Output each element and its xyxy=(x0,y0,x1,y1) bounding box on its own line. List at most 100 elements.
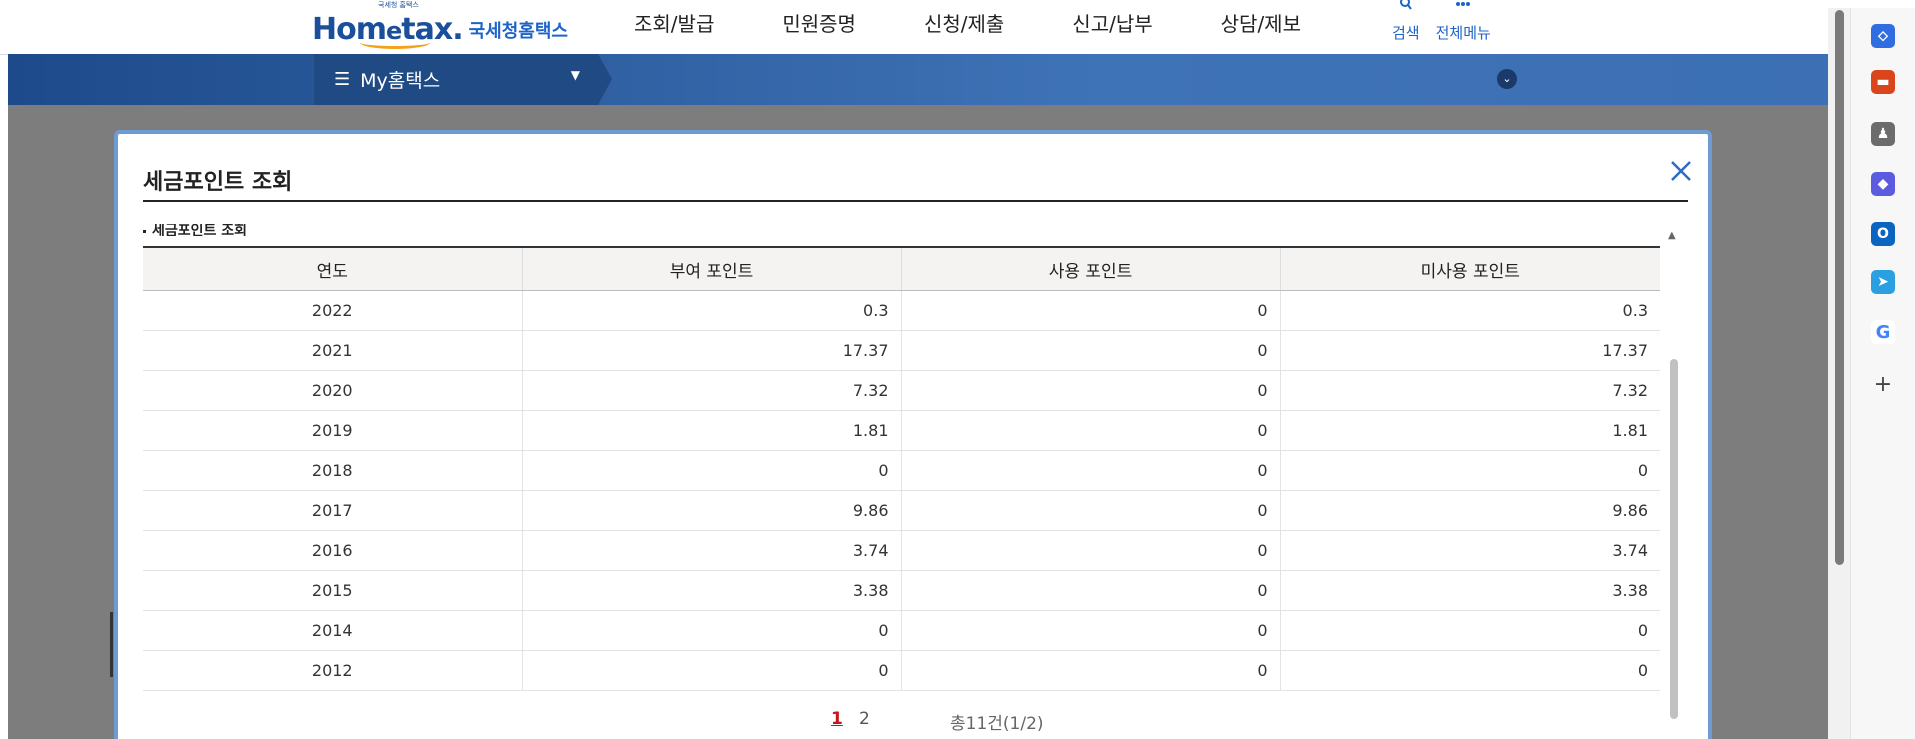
year-cell: 2021 xyxy=(143,330,522,371)
browser-viewport: 국세청 홈택스 Hometax. 국세청홈택스 조회/발급 민원증명 신청/제출… xyxy=(0,0,1915,739)
unused-points-cell: 0 xyxy=(1279,650,1660,691)
granted-points-cell: 0 xyxy=(521,610,901,651)
my-hometax-label: My홈택스 xyxy=(360,70,441,92)
year-cell: 2018 xyxy=(143,450,522,491)
column-header-unused[interactable]: 미사용 포인트 xyxy=(1279,246,1660,291)
logo-swoosh xyxy=(360,36,430,49)
table-row[interactable]: 2016 3.74 0 3.74 xyxy=(143,530,1660,571)
used-points-cell: 0 xyxy=(900,530,1280,571)
nav-item-filing[interactable]: 신고/납부 xyxy=(1038,0,1186,50)
browser-sidebar: ⬦ ▬ ♟ ◆ O ➤ G + xyxy=(1850,8,1915,739)
page-1-link[interactable]: 1 xyxy=(831,709,843,729)
column-header-granted[interactable]: 부여 포인트 xyxy=(521,246,901,291)
used-points-cell: 0 xyxy=(900,570,1280,611)
pagination: 1 2 총11건(1/2) xyxy=(118,709,1716,739)
grid-menu-icon xyxy=(1456,2,1471,6)
search-button[interactable]: 검색 xyxy=(1392,0,1420,50)
used-points-cell: 0 xyxy=(900,450,1280,491)
send-icon[interactable]: ➤ xyxy=(1871,270,1895,294)
used-points-cell: 0 xyxy=(900,650,1280,691)
menu-arrow-decoration xyxy=(598,54,612,105)
unused-points-cell: 7.32 xyxy=(1279,370,1660,411)
granted-points-cell: 0 xyxy=(521,650,901,691)
unused-points-cell: 1.81 xyxy=(1279,410,1660,451)
table-row[interactable]: 2019 1.81 0 1.81 xyxy=(143,410,1660,451)
granted-points-cell: 17.37 xyxy=(521,330,901,371)
granted-points-cell: 0 xyxy=(521,450,901,491)
section-label: 세금포인트 조회 xyxy=(143,224,543,236)
year-cell: 2017 xyxy=(143,490,522,531)
used-points-cell: 0 xyxy=(900,370,1280,411)
main-nav: 조회/발급 민원증명 신청/제출 신고/납부 상담/제보 xyxy=(600,0,1335,50)
table-scrollbar-thumb[interactable] xyxy=(1670,359,1678,719)
total-count: 총11건(1/2) xyxy=(950,714,1044,734)
table-row[interactable]: 2022 0.3 0 0.3 xyxy=(143,290,1660,331)
my-hometax-menu[interactable]: ☰ My홈택스 ▼ xyxy=(314,54,598,105)
table-row[interactable]: 2012 0 0 0 xyxy=(143,650,1660,691)
unused-points-cell: 17.37 xyxy=(1279,330,1660,371)
page-scrollbar-thumb[interactable] xyxy=(1835,10,1844,565)
table-row[interactable]: 2021 17.37 0 17.37 xyxy=(143,330,1660,371)
granted-points-cell: 3.74 xyxy=(521,530,901,571)
year-cell: 2020 xyxy=(143,370,522,411)
tax-point-table: 연도 부여 포인트 사용 포인트 미사용 포인트 2022 0.3 0 0.3 2021… xyxy=(143,246,1660,691)
google-icon[interactable]: G xyxy=(1871,320,1895,344)
year-cell: 2019 xyxy=(143,410,522,451)
nav-item-consult[interactable]: 상담/제보 xyxy=(1187,0,1335,50)
page-2-link[interactable]: 2 xyxy=(859,709,870,729)
used-points-cell: 0 xyxy=(900,410,1280,451)
used-points-cell: 0 xyxy=(900,290,1280,331)
table-row[interactable]: 2017 9.86 0 9.86 xyxy=(143,490,1660,531)
sub-menubar: ☰ My홈택스 ▼ ⌄ xyxy=(8,54,1828,105)
used-points-cell: 0 xyxy=(900,330,1280,371)
table-row[interactable]: 2014 0 0 0 xyxy=(143,610,1660,651)
table-header-row: 연도 부여 포인트 사용 포인트 미사용 포인트 xyxy=(143,246,1660,291)
column-header-year[interactable]: 연도 xyxy=(143,246,522,291)
nav-item-inquiry[interactable]: 조회/발급 xyxy=(600,0,748,50)
granted-points-cell: 0.3 xyxy=(521,290,901,331)
copilot-icon[interactable]: ◆ xyxy=(1871,172,1895,196)
bullet-icon xyxy=(143,229,146,233)
unused-points-cell: 9.86 xyxy=(1279,490,1660,531)
logo-subtitle: 국세청홈택스 xyxy=(468,21,568,42)
table-row[interactable]: 2020 7.32 0 7.32 xyxy=(143,370,1660,411)
tag-icon[interactable]: ⬦ xyxy=(1871,24,1895,48)
year-cell: 2016 xyxy=(143,530,522,571)
chess-icon[interactable]: ♟ xyxy=(1871,122,1895,146)
unused-points-cell: 0 xyxy=(1279,450,1660,491)
granted-points-cell: 1.81 xyxy=(521,410,901,451)
unused-points-cell: 3.38 xyxy=(1279,570,1660,611)
granted-points-cell: 3.38 xyxy=(521,570,901,611)
scroll-up-arrow-icon[interactable]: ▲ xyxy=(1668,230,1676,241)
granted-points-cell: 9.86 xyxy=(521,490,901,531)
add-icon[interactable]: + xyxy=(1871,372,1895,397)
modal-title: 세금포인트 조회 xyxy=(143,170,293,195)
used-points-cell: 0 xyxy=(900,490,1280,531)
all-menu-button[interactable]: 전체메뉴 xyxy=(1436,0,1491,50)
tax-point-modal: 세금포인트 조회 세금포인트 조회 연도 부여 포인트 사용 포인트 미사용 포… xyxy=(114,130,1712,739)
briefcase-icon[interactable]: ▬ xyxy=(1871,70,1895,94)
close-icon[interactable] xyxy=(1666,156,1696,186)
search-label: 검색 xyxy=(1392,24,1420,42)
search-icon xyxy=(1399,0,1412,10)
year-cell: 2014 xyxy=(143,610,522,651)
granted-points-cell: 7.32 xyxy=(521,370,901,411)
util-menu: 검색 전체메뉴 xyxy=(1392,0,1491,50)
outlook-icon[interactable]: O xyxy=(1871,222,1895,246)
column-header-used[interactable]: 사용 포인트 xyxy=(900,246,1280,291)
unused-points-cell: 3.74 xyxy=(1279,530,1660,571)
unused-points-cell: 0 xyxy=(1279,610,1660,651)
table-body: 2022 0.3 0 0.3 2021 17.37 0 17.37 2020 7.32 0 7.32 2… xyxy=(143,290,1660,691)
nav-item-certificate[interactable]: 민원증명 xyxy=(748,0,890,50)
unused-points-cell: 0.3 xyxy=(1279,290,1660,331)
table-row[interactable]: 2018 0 0 0 xyxy=(143,450,1660,491)
caret-down-icon: ▼ xyxy=(570,68,580,82)
year-cell: 2015 xyxy=(143,570,522,611)
nav-item-application[interactable]: 신청/제출 xyxy=(890,0,1038,50)
table-row[interactable]: 2015 3.38 0 3.38 xyxy=(143,570,1660,611)
hometax-logo[interactable]: 국세청 홈택스 Hometax. 국세청홈택스 xyxy=(312,0,568,52)
hamburger-icon: ☰ xyxy=(334,69,351,90)
logo-tagline: 국세청 홈택스 xyxy=(378,1,419,9)
site-header: 국세청 홈택스 Hometax. 국세청홈택스 조회/발급 민원증명 신청/제출… xyxy=(0,0,1828,55)
chevron-down-icon[interactable]: ⌄ xyxy=(1497,69,1517,89)
